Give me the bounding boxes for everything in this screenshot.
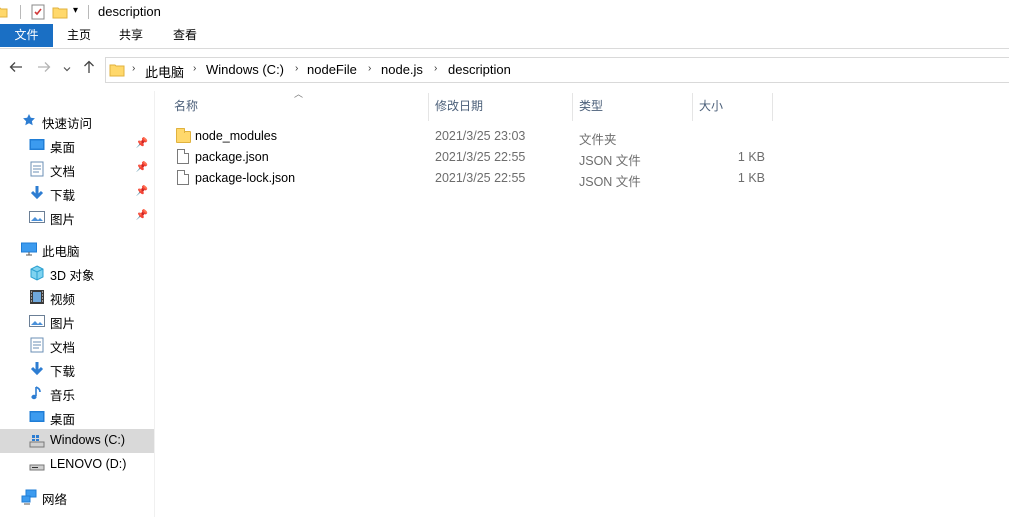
sidebar-item-desktop-pc[interactable]: 桌面 xyxy=(0,405,154,429)
sidebar-item-3d-objects[interactable]: 3D 对象 xyxy=(0,261,154,285)
download-icon xyxy=(29,361,45,377)
sidebar-item-downloads[interactable]: 下载 📌 xyxy=(0,181,154,205)
file-row[interactable]: node_modules 2021/3/25 23:03 文件夹 xyxy=(156,126,1009,147)
file-icon xyxy=(177,170,189,185)
column-header-modified[interactable]: 修改日期 xyxy=(435,93,570,121)
file-size: 1 KB xyxy=(737,150,765,164)
file-type: 文件夹 xyxy=(579,133,617,147)
sidebar-item-pictures[interactable]: 图片 📌 xyxy=(0,205,154,229)
sidebar-item-desktop[interactable]: 桌面 📌 xyxy=(0,133,154,157)
ribbon-tabs: 文件 主页 共享 查看 xyxy=(0,24,1009,47)
tab-file[interactable]: 文件 xyxy=(0,24,53,47)
chevron-right-icon[interactable]: › xyxy=(434,63,437,74)
file-type: JSON 文件 xyxy=(579,154,641,168)
file-size: 1 KB xyxy=(737,171,765,185)
file-name: package-lock.json xyxy=(195,171,296,185)
up-button[interactable] xyxy=(80,60,98,80)
title-bar: ▾ description xyxy=(0,0,1009,24)
column-header-size[interactable]: 大小 xyxy=(699,93,769,121)
file-modified: 2021/3/25 22:55 xyxy=(435,150,526,164)
file-row[interactable]: package-lock.json 2021/3/25 22:55 JSON 文… xyxy=(156,168,1009,189)
star-icon xyxy=(22,113,38,129)
column-divider[interactable] xyxy=(572,93,573,121)
sidebar-item-music[interactable]: 音乐 xyxy=(0,381,154,405)
picture-icon xyxy=(29,313,45,329)
file-name: package.json xyxy=(195,150,269,164)
chevron-right-icon[interactable]: › xyxy=(368,63,371,74)
back-button[interactable] xyxy=(7,60,25,80)
drive-icon xyxy=(29,457,45,473)
sidebar-item-this-pc[interactable]: 此电脑 xyxy=(0,237,154,261)
pin-icon: 📌 xyxy=(135,186,148,197)
breadcrumb-nodejs[interactable]: node.js xyxy=(381,62,423,77)
file-row[interactable]: package.json 2021/3/25 22:55 JSON 文件 1 K… xyxy=(156,147,1009,168)
download-icon xyxy=(29,185,45,201)
tab-home[interactable]: 主页 xyxy=(53,24,105,47)
arrow-up-icon xyxy=(84,60,94,73)
file-list-view: ︿ 名称 修改日期 类型 大小 node_modules 2021/3/25 2… xyxy=(156,89,1009,517)
sidebar-item-network[interactable]: 网络 xyxy=(0,485,154,509)
music-icon xyxy=(29,385,45,401)
chevron-right-icon[interactable]: › xyxy=(193,63,196,74)
pin-icon: 📌 xyxy=(135,138,148,149)
drive-icon xyxy=(29,433,45,449)
picture-icon xyxy=(29,209,45,225)
video-icon xyxy=(29,289,45,305)
navigation-bar: › 此电脑 › Windows (C:) › nodeFile › node.j… xyxy=(0,49,1009,91)
breadcrumb-nodefile[interactable]: nodeFile xyxy=(307,62,357,77)
file-type: JSON 文件 xyxy=(579,175,641,189)
document-icon xyxy=(29,161,45,177)
tab-share[interactable]: 共享 xyxy=(105,24,157,47)
network-icon xyxy=(21,489,37,505)
column-divider[interactable] xyxy=(428,93,429,121)
sidebar-item-pictures-pc[interactable]: 图片 xyxy=(0,309,154,333)
sidebar-item-videos[interactable]: 视频 xyxy=(0,285,154,309)
breadcrumb-this-pc[interactable]: 此电脑 xyxy=(145,62,184,81)
window-title: description xyxy=(98,4,161,19)
arrow-right-icon xyxy=(38,62,51,72)
new-folder-icon[interactable] xyxy=(52,4,68,20)
pin-icon: 📌 xyxy=(135,210,148,221)
file-modified: 2021/3/25 22:55 xyxy=(435,171,526,185)
address-bar[interactable]: › 此电脑 › Windows (C:) › nodeFile › node.j… xyxy=(105,57,1009,83)
document-icon xyxy=(29,337,45,353)
chevron-right-icon[interactable]: › xyxy=(295,63,298,74)
column-header-name[interactable]: 名称 xyxy=(174,93,424,121)
arrow-left-icon xyxy=(9,62,22,72)
file-icon xyxy=(177,149,189,164)
sidebar-item-downloads-pc[interactable]: 下载 xyxy=(0,357,154,381)
recent-locations-button[interactable] xyxy=(60,60,74,80)
computer-icon xyxy=(21,241,37,257)
sidebar-item-lenovo-d[interactable]: LENOVO (D:) xyxy=(0,453,154,477)
sidebar-item-quick-access[interactable]: 快速访问 xyxy=(0,109,154,133)
file-modified: 2021/3/25 23:03 xyxy=(435,129,526,143)
file-name: node_modules xyxy=(195,129,278,143)
desktop-icon xyxy=(29,409,45,425)
breadcrumb-description[interactable]: description xyxy=(448,62,511,77)
properties-icon[interactable] xyxy=(30,4,46,20)
breadcrumb-windows-c[interactable]: Windows (C:) xyxy=(206,62,284,77)
chevron-down-icon xyxy=(63,67,71,72)
column-divider[interactable] xyxy=(772,93,773,121)
column-header-type[interactable]: 类型 xyxy=(579,93,689,121)
chevron-right-icon[interactable]: › xyxy=(132,63,135,74)
folder-icon xyxy=(0,5,8,21)
tab-view[interactable]: 查看 xyxy=(159,24,211,47)
sidebar-item-windows-c[interactable]: Windows (C:) xyxy=(0,429,154,453)
navigation-pane: 快速访问 桌面 📌 文档 📌 下载 📌 图片 📌 此电脑 3D 对象 视频 图片… xyxy=(0,91,155,517)
forward-button[interactable] xyxy=(35,60,53,80)
cube-icon xyxy=(29,265,45,281)
sidebar-item-documents[interactable]: 文档 📌 xyxy=(0,157,154,181)
folder-icon xyxy=(109,62,125,81)
sidebar-item-documents-pc[interactable]: 文档 xyxy=(0,333,154,357)
desktop-icon xyxy=(29,137,45,153)
pin-icon: 📌 xyxy=(135,162,148,173)
folder-icon xyxy=(176,128,191,143)
customize-quick-access-icon[interactable]: ▾ xyxy=(73,5,78,21)
column-divider[interactable] xyxy=(692,93,693,121)
